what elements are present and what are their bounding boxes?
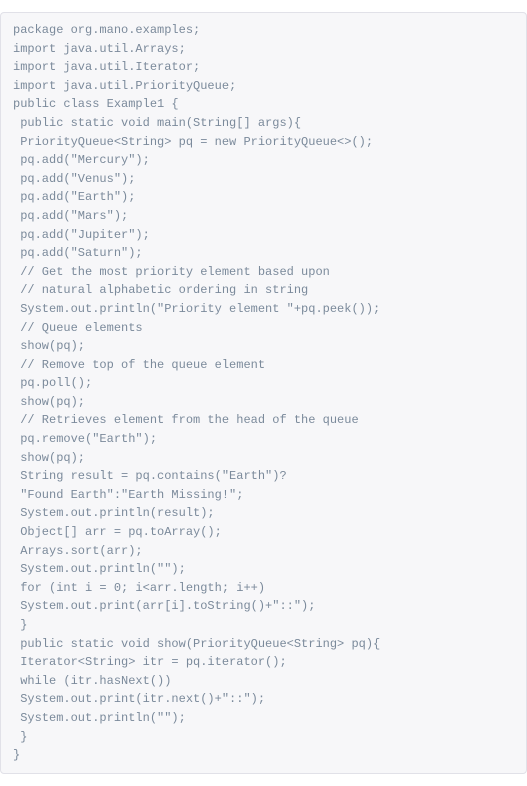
code-line: show(pq);	[13, 393, 514, 412]
code-line: // Queue elements	[13, 319, 514, 338]
code-line: pq.poll();	[13, 374, 514, 393]
code-line: System.out.print(itr.next()+"::");	[13, 690, 514, 709]
code-line: package org.mano.examples;	[13, 21, 514, 40]
code-line: pq.remove("Earth");	[13, 430, 514, 449]
code-line: }	[13, 616, 514, 635]
code-line: Iterator<String> itr = pq.iterator();	[13, 653, 514, 672]
code-line: show(pq);	[13, 337, 514, 356]
code-line: // Get the most priority element based u…	[13, 263, 514, 282]
code-line: public static void show(PriorityQueue<St…	[13, 635, 514, 654]
code-line: }	[13, 746, 514, 765]
code-line: System.out.print(arr[i].toString()+"::")…	[13, 597, 514, 616]
code-line: import java.util.Arrays;	[13, 40, 514, 59]
code-line: System.out.println("Priority element "+p…	[13, 300, 514, 319]
code-line: }	[13, 728, 514, 747]
code-line: import java.util.PriorityQueue;	[13, 77, 514, 96]
code-line: public static void main(String[] args){	[13, 114, 514, 133]
code-line: pq.add("Jupiter");	[13, 226, 514, 245]
code-block: package org.mano.examples;import java.ut…	[0, 12, 527, 774]
code-line: show(pq);	[13, 449, 514, 468]
code-line: System.out.println("");	[13, 560, 514, 579]
code-line: import java.util.Iterator;	[13, 58, 514, 77]
code-line: // Remove top of the queue element	[13, 356, 514, 375]
code-line: while (itr.hasNext())	[13, 672, 514, 691]
code-line: Object[] arr = pq.toArray();	[13, 523, 514, 542]
code-line: Arrays.sort(arr);	[13, 542, 514, 561]
code-line: pq.add("Saturn");	[13, 244, 514, 263]
code-line: pq.add("Mercury");	[13, 151, 514, 170]
code-line: pq.add("Earth");	[13, 188, 514, 207]
code-line: String result = pq.contains("Earth")?	[13, 467, 514, 486]
code-line: for (int i = 0; i<arr.length; i++)	[13, 579, 514, 598]
code-line: PriorityQueue<String> pq = new PriorityQ…	[13, 133, 514, 152]
code-line: System.out.println("");	[13, 709, 514, 728]
code-line: public class Example1 {	[13, 95, 514, 114]
code-line: System.out.println(result);	[13, 504, 514, 523]
code-line: // Retrieves element from the head of th…	[13, 411, 514, 430]
code-line: "Found Earth":"Earth Missing!";	[13, 486, 514, 505]
code-line: pq.add("Venus");	[13, 170, 514, 189]
code-line: pq.add("Mars");	[13, 207, 514, 226]
code-line: // natural alphabetic ordering in string	[13, 281, 514, 300]
